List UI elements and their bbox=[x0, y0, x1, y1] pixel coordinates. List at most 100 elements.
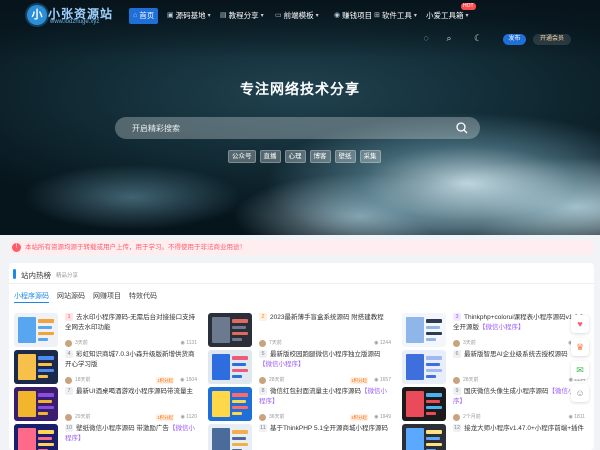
item-title[interactable]: 10 壁纸微信小程序源码 带激励广告【微信小程序】 bbox=[65, 424, 197, 444]
thumbnail-image[interactable] bbox=[402, 387, 446, 421]
nav-item-1[interactable]: ⌂ 首页 bbox=[129, 8, 159, 24]
thumbnail-image[interactable] bbox=[14, 387, 58, 421]
thumbnail-shape bbox=[426, 443, 442, 446]
nav-item-2[interactable]: ▣ 源码基地 ▾ bbox=[167, 8, 211, 24]
item-title[interactable]: 9 国庆微信头像生成小程序源码【微信小程序】 bbox=[453, 387, 585, 407]
side-heart-icon[interactable]: ♥ bbox=[571, 315, 589, 333]
thumbnail-image[interactable] bbox=[208, 387, 252, 421]
item-title-text: 去水印小程序源码-无需后台对接接口支持全网去水印功能 bbox=[65, 314, 196, 331]
side-crown-icon[interactable]: ♛ bbox=[571, 338, 589, 356]
item-title[interactable]: 2 2023最新薄手盲盒系统源码 附搭建教程 bbox=[259, 313, 391, 333]
tag-item[interactable]: 采集 bbox=[359, 150, 381, 163]
thumbnail-image[interactable] bbox=[208, 313, 252, 347]
item-title[interactable]: 8 微信红包封面流量主小程序源码【微信小程序】 bbox=[259, 387, 391, 407]
money-icon: ◉ bbox=[334, 12, 341, 19]
item-title[interactable]: 1 去水印小程序源码-无需后台对接接口支持全网去水印功能 bbox=[65, 313, 197, 333]
list-item[interactable]: 10 壁纸微信小程序源码 带激励广告【微信小程序】 bbox=[14, 424, 199, 450]
item-title[interactable]: 7 最新UI酒桌喝酒游戏小程序源码带流量主 bbox=[65, 387, 197, 407]
theme-icon[interactable]: ◌ bbox=[420, 33, 432, 43]
list-item[interactable]: 8 微信红包封面流量主小程序源码【微信小程序】 36天前 1积分起 ◉ 1949 bbox=[208, 387, 393, 427]
item-title[interactable]: 11 基于ThinkPHP 5.1全开源商城小程序源码 bbox=[259, 424, 391, 444]
category-tabs: 小程序源码 网站源码 网赚项目 特效代码 bbox=[14, 292, 157, 303]
thumbnail-image[interactable] bbox=[208, 350, 252, 384]
section-accent bbox=[13, 269, 16, 279]
thumbnail-shape bbox=[426, 332, 442, 335]
search-input[interactable]: 开启精彩搜索 bbox=[115, 117, 480, 139]
list-item[interactable]: 7 最新UI酒桌喝酒游戏小程序源码带流量主 29天前 1积分起 ◉ 1120 bbox=[14, 387, 199, 427]
thumbnail-shape bbox=[232, 412, 242, 415]
nav-item-4[interactable]: ▭ 前端模板 ▾ bbox=[275, 8, 319, 24]
book-icon: ▤ bbox=[220, 12, 227, 19]
price-badge: 1积分起 bbox=[156, 414, 175, 421]
thumbnail-shape bbox=[426, 363, 440, 366]
list-item[interactable]: 9 国庆微信头像生成小程序源码【微信小程序】 2个月前 ◉ 1811 bbox=[402, 387, 587, 427]
publish-button[interactable]: 发布 bbox=[503, 34, 526, 45]
item-title[interactable]: 3 Thinkphp+colorui课程表小程序源码v1.0.0全开源版【微信小程… bbox=[453, 313, 585, 333]
item-meta: 28天前 ◉ 1154 bbox=[453, 376, 585, 385]
avatar bbox=[65, 340, 72, 347]
tag-item[interactable]: 壁纸 bbox=[334, 150, 356, 163]
list-item[interactable]: 1 去水印小程序源码-无需后台对接接口支持全网去水印功能 3天前 ◉ 1131 bbox=[14, 313, 199, 353]
list-item[interactable]: 2 2023最新薄手盲盒系统源码 附搭建教程 7天前 ◉ 1244 bbox=[208, 313, 393, 353]
item-title[interactable]: 5 最新版校园跑腿微信小程序独立版源码【微信小程序】 bbox=[259, 350, 391, 370]
search-icon[interactable]: ⌕ bbox=[443, 33, 455, 44]
search-icon[interactable] bbox=[455, 121, 469, 135]
thumbnail-image[interactable] bbox=[14, 350, 58, 384]
nav-item-3[interactable]: ▤ 教程分享 ▾ bbox=[220, 8, 264, 24]
avatar bbox=[453, 340, 460, 347]
item-time: 29天前 bbox=[75, 414, 91, 420]
item-meta: 28天前 1积分起 ◉ 1657 bbox=[259, 376, 391, 385]
chevron-down-icon: ▾ bbox=[315, 13, 319, 19]
tag-item[interactable]: 心理 bbox=[284, 150, 306, 163]
item-time: 7天前 bbox=[269, 340, 282, 346]
section-title: 站内热榜 bbox=[21, 271, 51, 280]
price-badge: 1积分起 bbox=[350, 377, 369, 384]
list-item[interactable]: 11 基于ThinkPHP 5.1全开源商城小程序源码 bbox=[208, 424, 393, 450]
tag-item[interactable]: 直播 bbox=[259, 150, 281, 163]
list-item[interactable]: 3 Thinkphp+colorui课程表小程序源码v1.0.0全开源版【微信小程… bbox=[402, 313, 587, 353]
side-user-icon[interactable]: ☺ bbox=[571, 384, 589, 402]
side-wechat-icon[interactable]: ✉ bbox=[571, 361, 589, 379]
nav-item-7[interactable]: 小爱工具箱 ▾ bbox=[426, 8, 469, 24]
item-title[interactable]: 6 最新版智思AI企业级系统去授权源码 bbox=[453, 350, 585, 370]
thumbnail-shape bbox=[232, 319, 248, 323]
vip-button[interactable]: 开通会员 bbox=[533, 34, 571, 45]
thumbnail-image[interactable] bbox=[14, 424, 58, 450]
rank-number: 7 bbox=[65, 387, 73, 395]
nav-item-5[interactable]: ◉ 赚钱项目 bbox=[334, 8, 372, 24]
chevron-down-icon: ▾ bbox=[465, 13, 469, 19]
tag-item[interactable]: 公众号 bbox=[228, 150, 256, 163]
hot-tags: 公众号 直播 心理 博客 壁纸 采集 bbox=[228, 150, 381, 163]
site-logo[interactable]: 小 bbox=[27, 5, 47, 25]
thumbnail-image[interactable] bbox=[402, 350, 446, 384]
tab-1[interactable]: 小程序源码 bbox=[14, 292, 49, 303]
thumbnail-image[interactable] bbox=[402, 424, 446, 450]
item-title-text: 微信红包封面流量主小程序源码 bbox=[270, 388, 361, 395]
tab-2[interactable]: 网站源码 bbox=[57, 292, 85, 303]
notice-icon: ! bbox=[12, 243, 21, 252]
item-title[interactable]: 12 接龙大师小程序v1.47.0+小程序前端+插件 bbox=[453, 424, 585, 444]
list-item[interactable]: 12 接龙大师小程序v1.47.0+小程序前端+插件 bbox=[402, 424, 587, 450]
thumbnail-image[interactable] bbox=[402, 313, 446, 347]
price-badge: 1积分起 bbox=[350, 414, 369, 421]
thumbnail-shape bbox=[426, 338, 436, 341]
thumbnail-shape bbox=[38, 369, 54, 372]
view-count: 1657 bbox=[379, 377, 391, 383]
view-count: 1949 bbox=[379, 414, 391, 420]
dark-mode-icon[interactable]: ☾ bbox=[472, 33, 484, 44]
tab-4[interactable]: 特效代码 bbox=[129, 292, 157, 303]
thumbnail-image[interactable] bbox=[208, 424, 252, 450]
list-item[interactable]: 4 彩虹知识商城7.0.3小森升级版新增供货商开心学习版 18天前 1积分起 ◉ 150… bbox=[14, 350, 199, 390]
thumbnail-shape bbox=[38, 356, 54, 360]
item-title[interactable]: 4 彩虹知识商城7.0.3小森升级版新增供货商开心学习版 bbox=[65, 350, 197, 370]
tag-item[interactable]: 博客 bbox=[309, 150, 331, 163]
item-meta: 7天前 ◉ 1244 bbox=[259, 339, 391, 348]
item-meta: 3天前◉ 1218 bbox=[453, 339, 585, 348]
section-header: 站内热榜 精品分享 bbox=[9, 263, 594, 284]
tab-3[interactable]: 网赚项目 bbox=[93, 292, 121, 303]
nav-item-6[interactable]: ⊞ 软件工具 ▾ bbox=[374, 8, 417, 24]
list-item[interactable]: 5 最新版校园跑腿微信小程序独立版源码【微信小程序】 28天前 1积分起 ◉ 1657 bbox=[208, 350, 393, 390]
thumbnail-shape bbox=[232, 326, 246, 329]
thumbnail-image[interactable] bbox=[14, 313, 58, 347]
list-item[interactable]: 6 最新版智思AI企业级系统去授权源码 28天前 ◉ 1154 bbox=[402, 350, 587, 390]
